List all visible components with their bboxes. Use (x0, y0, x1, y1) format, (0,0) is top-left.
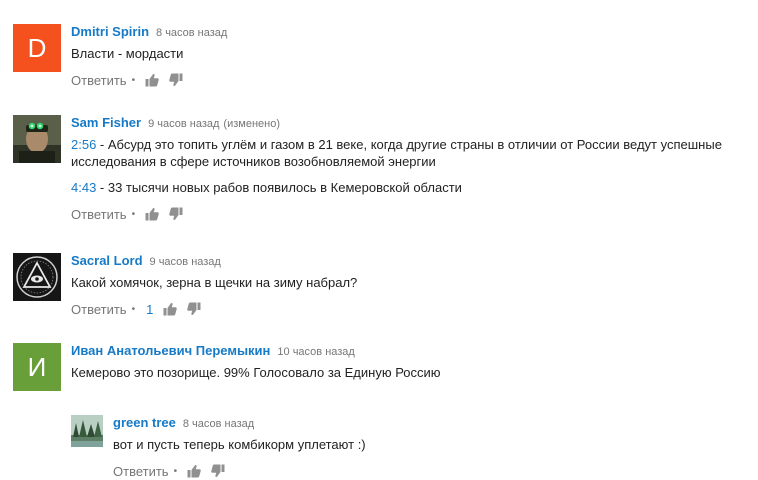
like-icon[interactable] (145, 73, 159, 87)
comment-text: 4:43 - 33 тысячи новых рабов появилось в… (71, 179, 758, 196)
video-timestamp-link[interactable]: 4:43 (71, 180, 96, 195)
comment-text: Кемерово это позорище. 99% Голосовало за… (71, 365, 441, 380)
like-icon[interactable] (163, 302, 178, 316)
comment-time[interactable]: 9 часов назад (148, 116, 219, 132)
comment-text-part: - Абсурд это топить углём и газом в 21 в… (71, 137, 722, 169)
comment-time[interactable]: 8 часов назад (156, 25, 227, 41)
dislike-icon[interactable] (211, 464, 225, 478)
avatar-letter: D (27, 32, 47, 63)
comment-author[interactable]: Sacral Lord (71, 253, 143, 269)
comment-author[interactable]: Sam Fisher (71, 115, 141, 131)
comment-author[interactable]: Dmitri Spirin (71, 24, 149, 40)
comment-author[interactable]: Иван Анатольевич Перемыкин (71, 343, 270, 359)
video-timestamp-link[interactable]: 2:56 (71, 137, 96, 152)
dislike-icon[interactable] (169, 73, 183, 87)
comment-text: 2:56 - Абсурд это топить углём и газом в… (71, 136, 758, 170)
like-count: 1 (146, 301, 154, 317)
edited-label: (изменено) (223, 118, 280, 130)
comment-text: Какой хомячок, зерна в щечки на зиму наб… (71, 275, 358, 290)
reply-button[interactable]: Ответить (71, 73, 127, 88)
comment-text: вот и пусть теперь комбикорм уплетают :) (113, 437, 366, 452)
all-seeing-eye-avatar[interactable] (13, 253, 61, 301)
comment-time[interactable]: 8 часов назад (183, 416, 254, 432)
reply-button[interactable]: Ответить (71, 302, 127, 317)
avatar[interactable]: И (13, 343, 61, 391)
comment-time[interactable]: 9 часов назад (150, 254, 221, 270)
dislike-icon[interactable] (169, 207, 183, 221)
comment-text: Власти - мордасти (71, 46, 184, 61)
like-icon[interactable] (187, 464, 201, 478)
reply-button[interactable]: Ответить (113, 464, 169, 479)
separator-dot: • (131, 208, 136, 220)
comment-time[interactable]: 10 часов назад (277, 344, 354, 360)
separator-dot: • (131, 74, 136, 86)
avatar-letter: И (27, 351, 47, 382)
dislike-icon[interactable] (187, 302, 201, 316)
avatar[interactable]: D (13, 24, 61, 72)
forest-avatar[interactable] (71, 415, 103, 447)
comment-author[interactable]: green tree (113, 415, 176, 431)
separator-dot: • (131, 303, 136, 315)
comment-text-part: - 33 тысячи новых рабов появилось в Кеме… (96, 180, 462, 195)
reply-button[interactable]: Ответить (71, 207, 127, 222)
soldier-avatar[interactable] (13, 115, 61, 163)
separator-dot: • (173, 465, 178, 477)
like-icon[interactable] (145, 207, 159, 221)
